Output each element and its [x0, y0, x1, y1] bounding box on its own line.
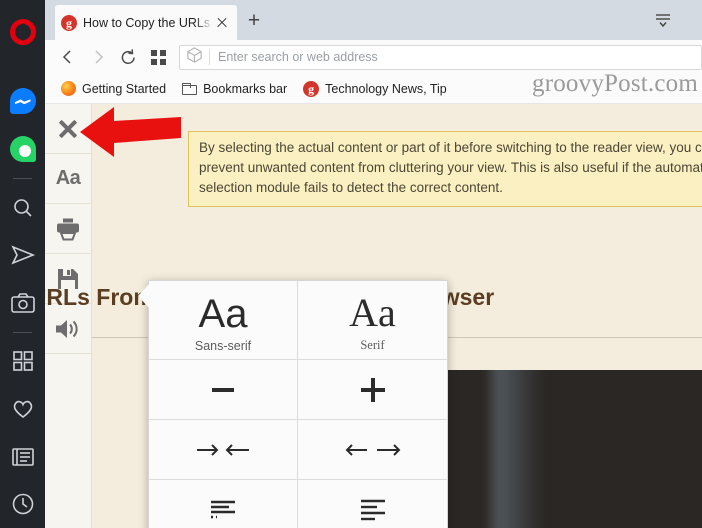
serif-sample: Aa: [349, 290, 396, 335]
wide-width-icon: [345, 443, 400, 456]
search-icon[interactable]: [0, 184, 45, 232]
bookmark-label: Bookmarks bar: [203, 81, 288, 96]
tab-strip: g How to Copy the URLs Fro +: [45, 0, 702, 40]
read-aloud-button[interactable]: [45, 304, 91, 354]
font-size-row: [149, 360, 447, 420]
address-bar[interactable]: Enter search or web address: [179, 44, 702, 70]
navigation-bar: Enter search or web address: [45, 40, 702, 74]
opera-logo-icon[interactable]: [0, 8, 45, 56]
bookmark-label: Getting Started: [82, 81, 167, 96]
font-size-icon: Aa: [55, 167, 81, 189]
bookmark-getting-started[interactable]: Getting Started: [55, 79, 172, 98]
annotation-arrow-icon: [80, 107, 181, 157]
messenger-icon[interactable]: [0, 78, 45, 126]
line-spacing-tight-icon: [211, 500, 235, 518]
groovypost-favicon-icon: g: [61, 14, 77, 31]
sidebar-divider-1: [13, 177, 32, 179]
line-spacing-row: [149, 480, 447, 528]
tab-title: How to Copy the URLs Fro: [83, 15, 213, 30]
browser-tab[interactable]: g How to Copy the URLs Fro: [55, 5, 237, 40]
package-icon: [186, 46, 203, 68]
serif-option[interactable]: Aa Serif: [298, 281, 447, 360]
folder-icon: [182, 82, 198, 95]
sans-serif-label: Sans-serif: [194, 339, 252, 353]
address-bar-placeholder: Enter search or web address: [218, 50, 378, 64]
sans-serif-sample: Aa: [198, 292, 248, 336]
bookmark-label: Technology News, Tip: [325, 81, 447, 96]
sidebar-divider-2: [13, 331, 32, 333]
groovypost-icon: g: [303, 80, 320, 97]
tooltip: By selecting the actual content or part …: [188, 131, 702, 207]
new-tab-button[interactable]: +: [243, 10, 265, 33]
browser-window: g How to Copy the URLs Fro + Enter searc…: [45, 0, 702, 528]
speaker-icon: [56, 319, 78, 338]
reader-toolbar: Aa: [45, 104, 92, 528]
speed-dial-icon[interactable]: [143, 42, 173, 72]
opera-sidebar: [0, 0, 45, 528]
snapshot-camera-icon[interactable]: [0, 279, 45, 327]
reload-icon[interactable]: [113, 42, 143, 72]
printer-icon: [57, 218, 79, 240]
whatsapp-icon[interactable]: [0, 125, 45, 173]
heart-icon[interactable]: [0, 385, 45, 433]
font-family-row: Aa Sans-serif Aa Serif: [149, 281, 447, 360]
print-button[interactable]: [45, 204, 91, 254]
news-icon[interactable]: [0, 433, 45, 481]
narrow-width-icon: [197, 443, 249, 456]
narrow-width-button[interactable]: [149, 420, 298, 480]
line-spacing-loose-button[interactable]: [298, 480, 447, 528]
font-settings-button[interactable]: Aa: [45, 154, 91, 204]
wide-width-button[interactable]: [298, 420, 447, 480]
plus-icon: [360, 377, 385, 402]
tab-list-icon[interactable]: [652, 12, 674, 30]
serif-label: Serif: [360, 338, 385, 352]
sans-serif-option[interactable]: Aa Sans-serif: [149, 281, 298, 360]
bookmark-technology-news[interactable]: g Technology News, Tip: [297, 79, 453, 99]
column-width-row: [149, 420, 447, 480]
back-arrow-icon[interactable]: [53, 42, 83, 72]
firefox-icon: [61, 81, 76, 96]
minus-icon: [212, 387, 234, 392]
speed-dial-icon[interactable]: [0, 338, 45, 386]
line-spacing-loose-icon: [360, 499, 385, 520]
forward-arrow-icon[interactable]: [83, 42, 113, 72]
history-clock-icon[interactable]: [0, 480, 45, 528]
bookmark-bookmarks-bar[interactable]: Bookmarks bar: [176, 80, 293, 98]
close-icon: [57, 118, 79, 140]
increase-font-size-button[interactable]: [298, 360, 447, 420]
send-icon[interactable]: [0, 231, 45, 279]
watermark: groovyPost.com: [532, 70, 698, 97]
font-settings-popup: Aa Sans-serif Aa Serif: [138, 280, 448, 528]
line-spacing-tight-button[interactable]: [149, 480, 298, 528]
close-icon[interactable]: [213, 14, 231, 32]
decrease-font-size-button[interactable]: [149, 360, 298, 420]
